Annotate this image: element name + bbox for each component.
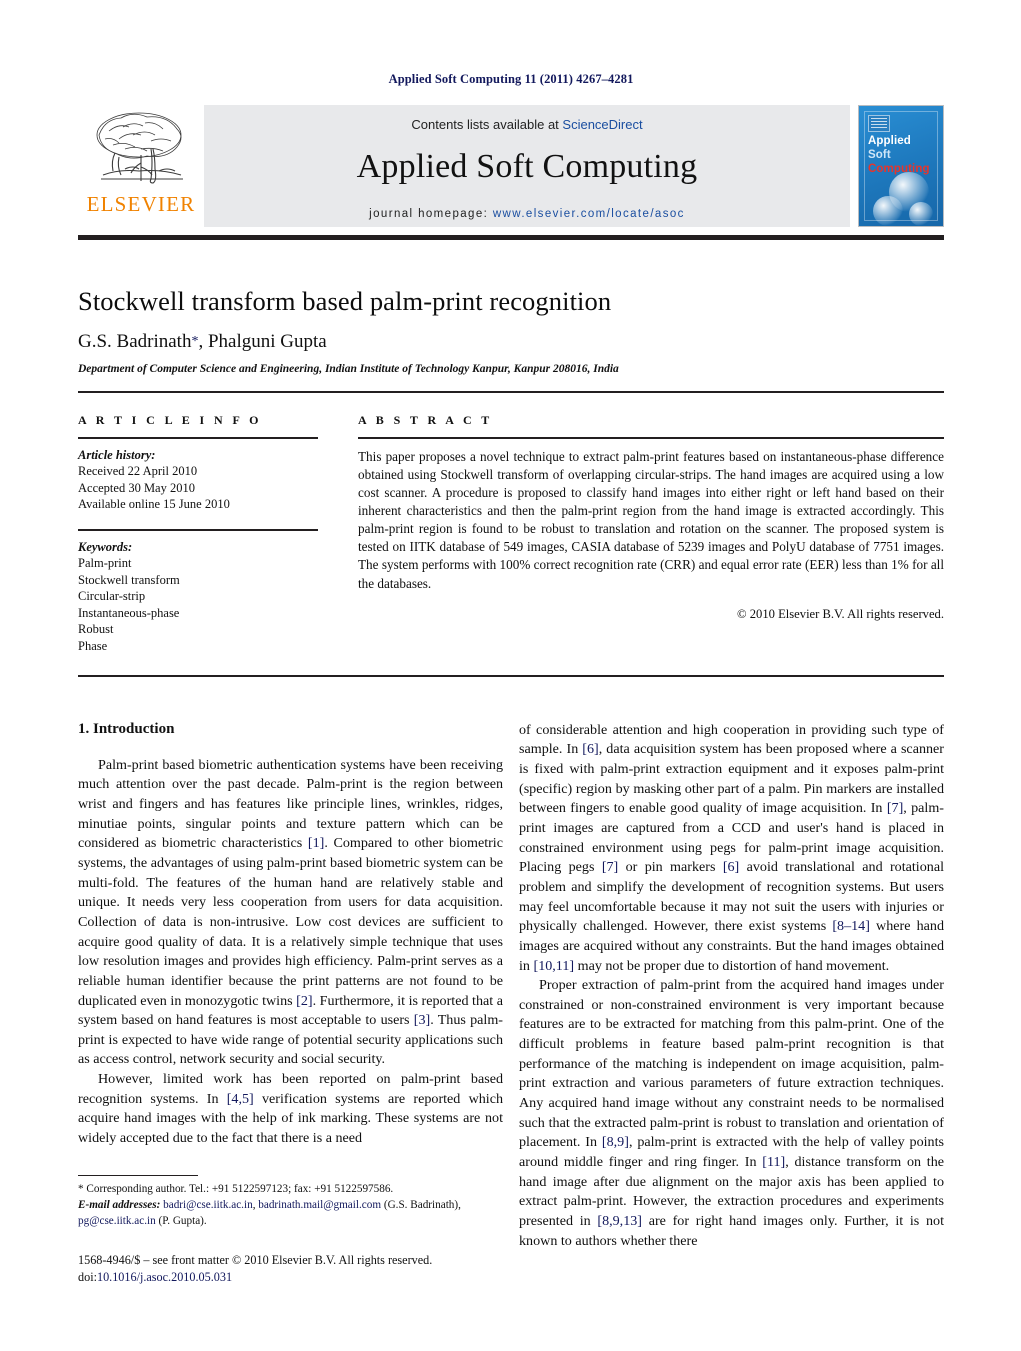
journal-homepage-line: journal homepage: www.elsevier.com/locat… — [369, 208, 685, 220]
citation-link[interactable]: [8–14] — [832, 918, 870, 934]
citation-link[interactable]: [4,5] — [227, 1091, 254, 1107]
paragraph-text: or pin markers — [618, 859, 723, 876]
journal-cover-thumbnail: Applied Soft Computing — [858, 105, 944, 227]
citation-link[interactable]: [2] — [296, 993, 312, 1009]
abstract-divider — [78, 674, 944, 677]
doi-line: doi:10.1016/j.asoc.2010.05.031 — [78, 1269, 503, 1286]
keyword-item: Robust — [78, 622, 114, 637]
masthead-divider — [78, 235, 944, 240]
keyword-item: Instantaneous-phase — [78, 605, 180, 620]
email-note: E-mail addresses: badri@cse.iitk.ac.in, … — [78, 1198, 503, 1230]
sciencedirect-link[interactable]: ScienceDirect — [562, 117, 642, 132]
citation-link[interactable]: [6] — [723, 859, 739, 875]
contents-available-line: Contents lists available at ScienceDirec… — [411, 117, 642, 132]
body-column-gap — [503, 721, 519, 1287]
keyword-item: Phase — [78, 639, 108, 653]
journal-masthead: ELSEVIER Contents lists available at Sci… — [78, 105, 944, 227]
copyright-line: © 2010 Elsevier B.V. All rights reserved… — [737, 606, 944, 621]
cover-title-line-3: Computing — [868, 163, 930, 175]
citation-link[interactable]: [8,9,13] — [597, 1213, 642, 1229]
title-block: Stockwell transform based palm-print rec… — [78, 286, 944, 375]
keyword-item: Palm-print — [78, 555, 132, 570]
author-secondary: , Phalguni Gupta — [198, 331, 327, 352]
elsevier-tree-icon — [96, 112, 183, 184]
footnote-rule — [78, 1174, 198, 1177]
paragraph-text: . Compared to other biometric systems, t… — [78, 835, 503, 1009]
citation-link[interactable]: [7] — [602, 859, 618, 875]
email-link-1[interactable]: badri@cse.iitk.ac.in — [163, 1199, 253, 1211]
citation-link[interactable]: [8,9] — [602, 1134, 629, 1150]
email-link-3[interactable]: pg@cse.iitk.ac.in — [78, 1215, 156, 1227]
keywords-label: Keywords: — [78, 539, 133, 554]
corresponding-author-note: * Corresponding author. Tel.: +91 512259… — [78, 1182, 503, 1198]
page-content: Applied Soft Computing 11 (2011) 4267–42… — [78, 0, 944, 1286]
citation-link[interactable]: [7] — [887, 800, 903, 816]
body-paragraph: Palm-print based biometric authenticatio… — [78, 756, 503, 1071]
cover-title-line-1: Applied — [868, 135, 911, 147]
author-list: G.S. Badrinath*, Phalguni Gupta — [78, 331, 944, 353]
article-history-item: Available online 15 June 2010 — [78, 497, 230, 512]
column-gap — [318, 413, 358, 655]
body-paragraph: However, limited work has been reported … — [78, 1070, 503, 1149]
article-info-rule — [78, 437, 318, 439]
citation-link[interactable]: [6] — [582, 741, 598, 757]
running-head: Applied Soft Computing 11 (2011) 4267–42… — [388, 72, 634, 86]
keyword-item: Circular-strip — [78, 589, 146, 604]
article-history-item: Accepted 30 May 2010 — [78, 480, 195, 495]
body-left-column: 1. Introduction Palm-print based biometr… — [78, 721, 503, 1287]
title-divider — [78, 391, 944, 393]
keywords-rule — [78, 528, 318, 531]
issn-copyright-block: 1568-4946/$ – see front matter © 2010 El… — [78, 1252, 503, 1286]
doi-prefix: doi: — [78, 1270, 97, 1285]
citation-link[interactable]: [1] — [308, 835, 324, 851]
email-link-2[interactable]: badrinath.mail@gmail.com — [258, 1199, 381, 1211]
email-label: E-mail addresses: — [78, 1199, 161, 1212]
cover-bubble-icon — [873, 196, 903, 226]
doi-link[interactable]: 10.1016/j.asoc.2010.05.031 — [97, 1270, 232, 1284]
body-columns: 1. Introduction Palm-print based biometr… — [78, 721, 944, 1287]
paper-page: Applied Soft Computing 11 (2011) 4267–42… — [0, 0, 1021, 1351]
journal-band: Contents lists available at ScienceDirec… — [204, 105, 850, 227]
author-primary: G.S. Badrinath — [78, 331, 192, 352]
cover-bubble-icon — [909, 202, 933, 226]
elsevier-logo: ELSEVIER — [78, 105, 204, 227]
abstract-text: This paper proposes a novel technique to… — [358, 449, 944, 591]
page-title: Stockwell transform based palm-print rec… — [78, 286, 612, 316]
article-info-heading: A R T I C L E I N F O — [78, 413, 262, 427]
article-history-item: Received 22 April 2010 — [78, 464, 198, 478]
abstract-heading: A B S T R A C T — [358, 413, 493, 427]
cover-title-line-2: Soft — [868, 149, 891, 161]
elsevier-badge-icon — [868, 115, 890, 132]
body-right-column: of considerable attention and high coope… — [519, 721, 944, 1287]
info-abstract-section: A R T I C L E I N F O Article history: R… — [78, 413, 944, 655]
body-paragraph: of considerable attention and high coope… — [519, 721, 944, 977]
citation-link[interactable]: [10,11] — [534, 958, 575, 974]
section-heading-introduction: 1. Introduction — [78, 720, 175, 737]
homepage-url-link[interactable]: www.elsevier.com/locate/asoc — [493, 208, 685, 220]
paragraph-text: Proper extraction of palm-print from the… — [519, 977, 944, 1151]
right-column-paragraphs: of considerable attention and high coope… — [519, 721, 944, 1252]
abstract-column: A B S T R A C T This paper proposes a no… — [358, 413, 944, 655]
left-column-paragraphs: Palm-print based biometric authenticatio… — [78, 756, 503, 1149]
keyword-item: Stockwell transform — [78, 572, 180, 587]
article-history-label: Article history: — [78, 448, 156, 462]
email-owner-2: (P. Gupta). — [155, 1215, 207, 1228]
citation-link[interactable]: [11] — [762, 1154, 785, 1170]
article-info-column: A R T I C L E I N F O Article history: R… — [78, 413, 318, 655]
affiliation: Department of Computer Science and Engin… — [78, 363, 619, 375]
issn-line: 1568-4946/$ – see front matter © 2010 El… — [78, 1252, 433, 1267]
abstract-rule — [358, 437, 944, 439]
body-paragraph: Proper extraction of palm-print from the… — [519, 976, 944, 1251]
homepage-prefix: journal homepage: — [369, 208, 493, 220]
email-owner-1: (G.S. Badrinath), — [383, 1199, 461, 1212]
contents-prefix: Contents lists available at — [411, 117, 563, 132]
citation-link[interactable]: [3] — [414, 1012, 430, 1028]
corresponding-author-text: Corresponding author. Tel.: +91 51225971… — [83, 1183, 394, 1196]
footnote-block: * Corresponding author. Tel.: +91 512259… — [78, 1174, 503, 1286]
paragraph-text: may not be proper due to distortion of h… — [574, 957, 890, 974]
elsevier-wordmark: ELSEVIER — [86, 192, 196, 216]
journal-title: Applied Soft Computing — [356, 148, 698, 185]
